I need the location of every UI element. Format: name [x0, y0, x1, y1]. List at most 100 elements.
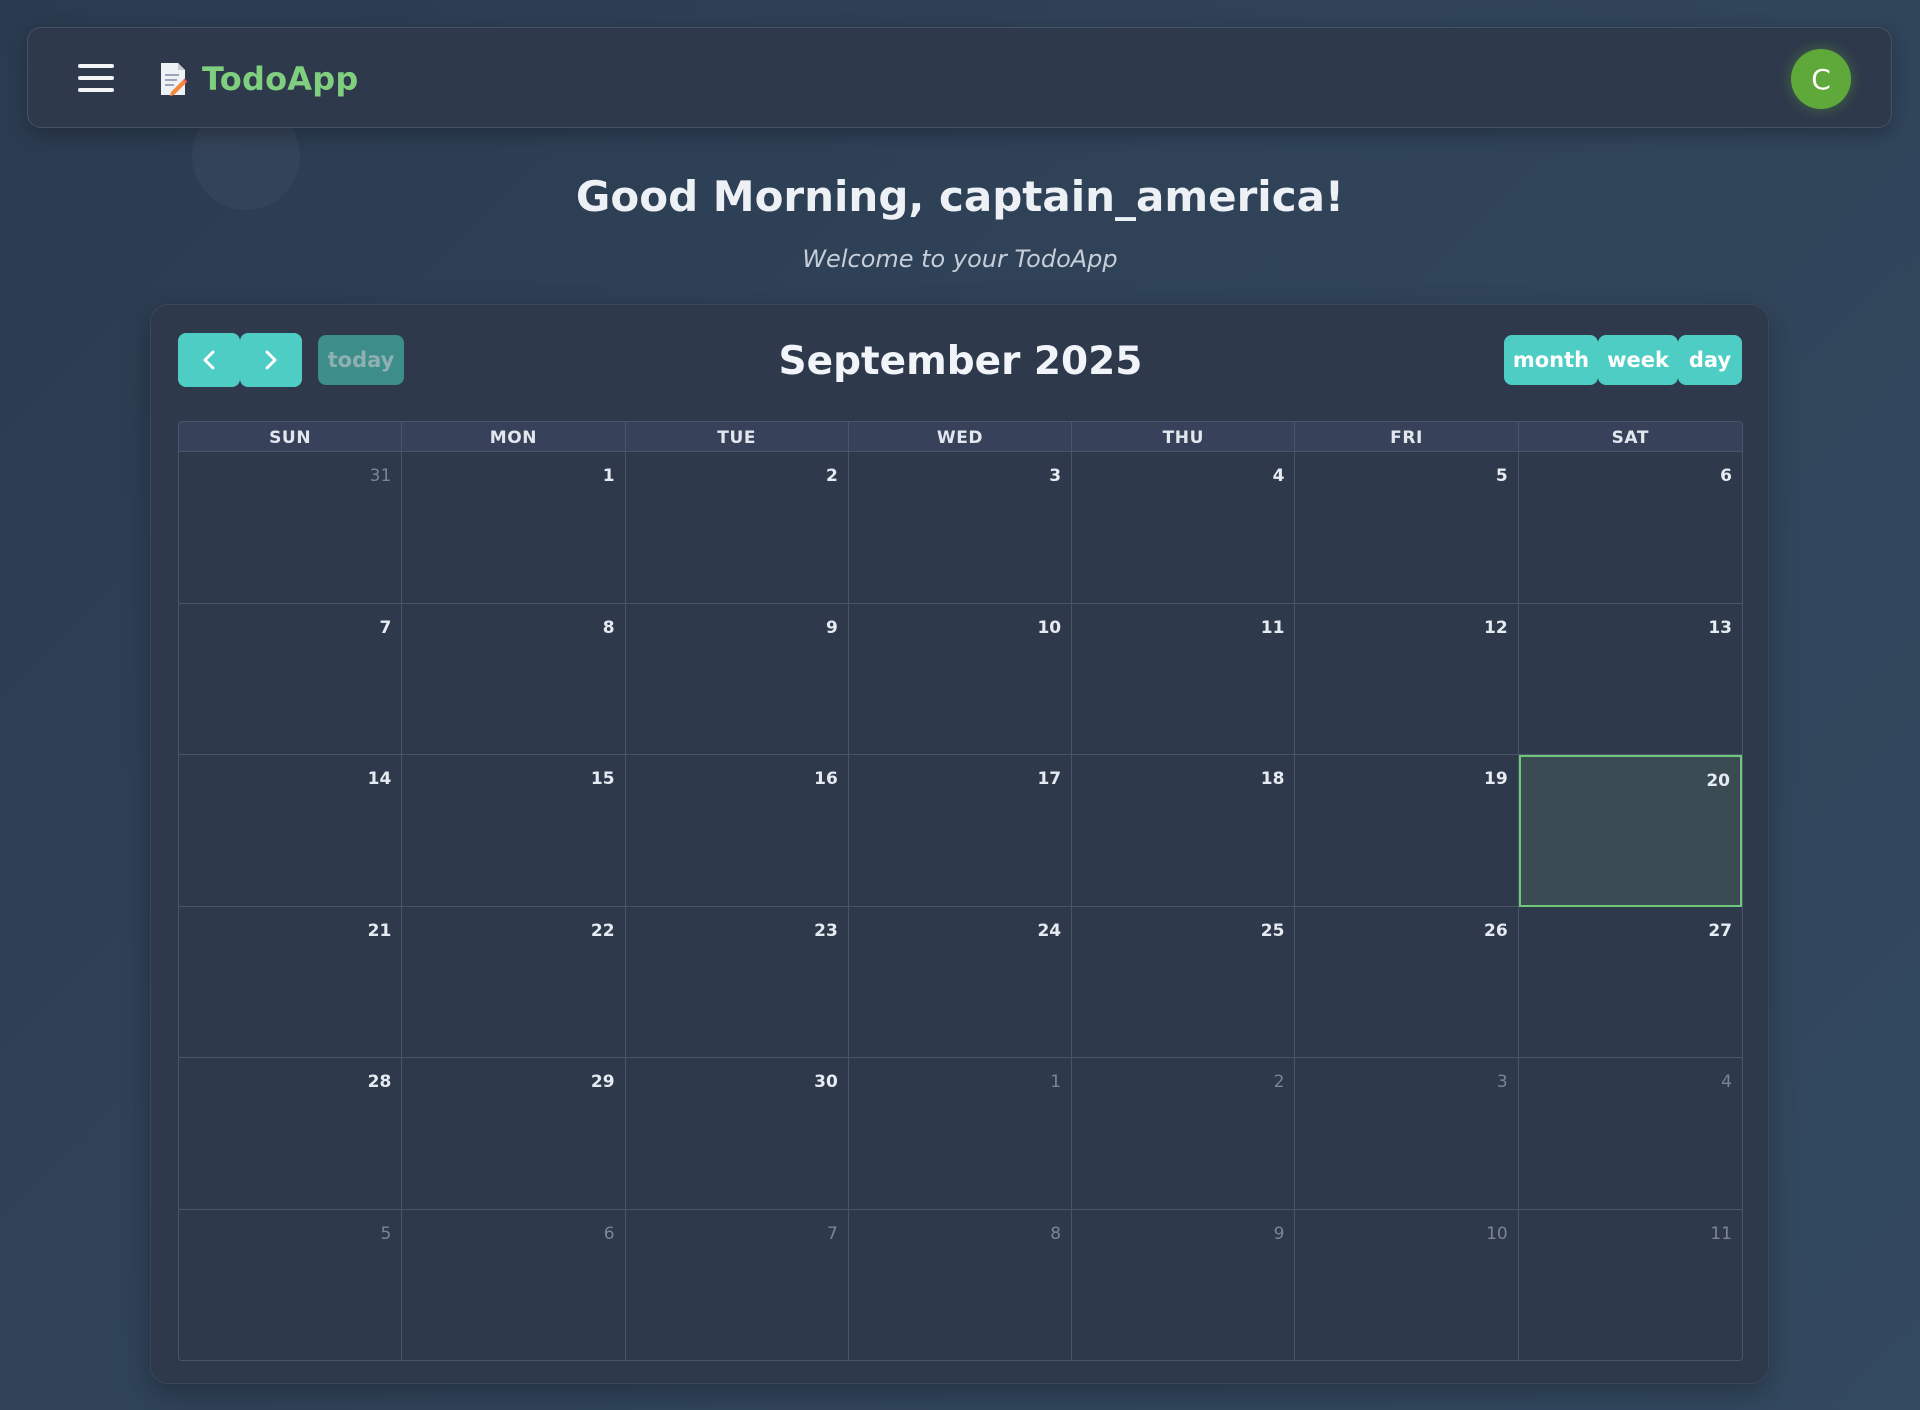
day-view-button[interactable]: day	[1678, 335, 1742, 385]
day-number: 2	[826, 466, 838, 486]
weekday-header-sat: SAT	[1611, 428, 1650, 448]
weekday-header-mon: MON	[402, 422, 626, 451]
calendar-day-cell[interactable]: 7	[179, 603, 403, 755]
weekday-header-tue: TUE	[626, 422, 849, 451]
chevron-left-icon	[203, 350, 215, 370]
day-number: 11	[1260, 617, 1285, 638]
calendar-day-cell[interactable]: 5	[179, 1209, 403, 1360]
calendar-day-cell[interactable]: 12	[1295, 603, 1519, 755]
calendar-day-cell[interactable]: 15	[402, 755, 626, 907]
day-number: 9	[826, 617, 838, 638]
calendar-day-cell[interactable]: 22	[402, 906, 626, 1058]
day-number: 4	[1272, 466, 1285, 486]
day-number: 30	[814, 1072, 838, 1092]
day-number: 25	[1260, 920, 1285, 941]
day-number: 21	[367, 920, 392, 941]
calendar-day-cell[interactable]: 30	[625, 1058, 849, 1210]
calendar-day-cell[interactable]: 19	[1295, 755, 1519, 907]
day-number: 23	[814, 920, 838, 941]
day-number: 18	[1260, 769, 1285, 789]
day-number: 6	[1720, 466, 1732, 486]
calendar-day-cell[interactable]: 6	[402, 1209, 626, 1360]
day-number: 20	[1706, 771, 1730, 791]
calendar-day-cell[interactable]: 3	[1295, 1058, 1519, 1210]
calendar-day-cell[interactable]: 4	[1518, 1058, 1742, 1210]
calendar-day-cell[interactable]: 8	[402, 603, 626, 755]
day-number: 4	[1721, 1072, 1732, 1092]
day-number: 8	[1050, 1223, 1062, 1244]
day-number: 6	[603, 1223, 615, 1244]
day-number: 5	[380, 1223, 392, 1244]
day-number: 15	[590, 769, 615, 789]
calendar-day-cell[interactable]: 10	[1295, 1209, 1519, 1360]
calendar-day-today[interactable]: 20	[1518, 755, 1742, 907]
calendar-day-cell[interactable]: 25	[1072, 906, 1296, 1058]
calendar-day-cell[interactable]: 11	[1518, 1209, 1742, 1360]
calendar-day-cell[interactable]: 1	[402, 452, 626, 604]
top-navbar: TodoApp C	[27, 27, 1892, 128]
calendar-day-cell[interactable]: 7	[625, 1209, 849, 1360]
calendar-day-cell[interactable]: 23	[625, 906, 849, 1058]
calendar-day-cell[interactable]: 6	[1518, 452, 1742, 604]
calendar-day-cell[interactable]: 2	[625, 452, 849, 604]
day-number: 26	[1484, 920, 1508, 941]
day-number: 29	[590, 1072, 615, 1092]
calendar-day-cell[interactable]: 31	[179, 452, 403, 604]
calendar-day-cell[interactable]: 18	[1072, 755, 1296, 907]
calendar-day-cell[interactable]: 17	[848, 755, 1073, 907]
calendar-day-cell[interactable]: 5	[1295, 452, 1519, 604]
calendar-day-cell[interactable]: 24	[848, 906, 1073, 1058]
calendar-day-cell[interactable]: 4	[1072, 452, 1296, 604]
brand-logo[interactable]: TodoApp	[158, 58, 358, 100]
calendar-day-cell[interactable]: 13	[1518, 603, 1742, 755]
day-number: 17	[1037, 769, 1062, 789]
month-view-button[interactable]: month	[1504, 335, 1598, 385]
notepad-icon	[161, 63, 188, 96]
day-number: 1	[1050, 1072, 1062, 1092]
day-number: 7	[379, 617, 392, 638]
weekday-header-row: SUN MON TUE WED THU FRI SAT	[179, 422, 1742, 452]
day-number: 3	[1049, 466, 1062, 486]
greeting-subtitle: Welcome to your TodoApp	[802, 245, 1118, 273]
today-button[interactable]: today	[318, 335, 404, 385]
day-number: 24	[1037, 920, 1062, 941]
calendar-day-cell[interactable]: 11	[1072, 603, 1296, 755]
weekday-header-wed: WED	[849, 422, 1073, 451]
calendar-day-cell[interactable]: 14	[179, 755, 403, 907]
calendar-day-cell[interactable]: 27	[1518, 906, 1742, 1058]
day-number: 28	[367, 1072, 392, 1092]
day-number: 16	[814, 769, 838, 789]
day-number: 31	[369, 466, 392, 486]
week-view-button[interactable]: week	[1598, 335, 1678, 385]
calendar-day-cell[interactable]: 2	[1072, 1058, 1296, 1210]
hamburger-menu-icon[interactable]	[78, 62, 114, 94]
chevron-right-icon	[265, 350, 277, 370]
day-number: 19	[1484, 769, 1508, 789]
day-number: 7	[827, 1223, 838, 1244]
calendar-day-cell[interactable]: 3	[848, 452, 1073, 604]
next-month-button[interactable]	[240, 333, 302, 387]
calendar-day-cell[interactable]: 8	[848, 1209, 1073, 1360]
weekday-header-fri: FRI	[1295, 422, 1519, 451]
calendar-day-cell[interactable]: 26	[1295, 906, 1519, 1058]
day-number: 11	[1710, 1223, 1732, 1244]
user-avatar[interactable]: C	[1791, 49, 1851, 109]
calendar-day-cell[interactable]: 10	[848, 603, 1073, 755]
day-number: 14	[367, 769, 392, 789]
day-number: 2	[1273, 1072, 1285, 1092]
day-number: 10	[1486, 1223, 1508, 1244]
calendar-day-cell[interactable]: 29	[402, 1058, 626, 1210]
greeting-title: Good Morning, captain_america!	[575, 172, 1345, 221]
day-number: 27	[1708, 920, 1732, 941]
calendar-day-cell[interactable]: 16	[625, 755, 849, 907]
day-number: 5	[1495, 466, 1508, 486]
calendar-day-cell[interactable]: 9	[1072, 1209, 1296, 1360]
calendar-day-cell[interactable]: 9	[625, 603, 849, 755]
day-number: 13	[1708, 617, 1732, 638]
day-number: 3	[1496, 1072, 1508, 1092]
calendar-day-cell[interactable]: 21	[179, 906, 403, 1058]
calendar-day-cell[interactable]: 1	[848, 1058, 1073, 1210]
prev-month-button[interactable]	[178, 333, 240, 387]
calendar-day-cell[interactable]: 28	[179, 1058, 403, 1210]
brand-name: TodoApp	[202, 60, 359, 98]
